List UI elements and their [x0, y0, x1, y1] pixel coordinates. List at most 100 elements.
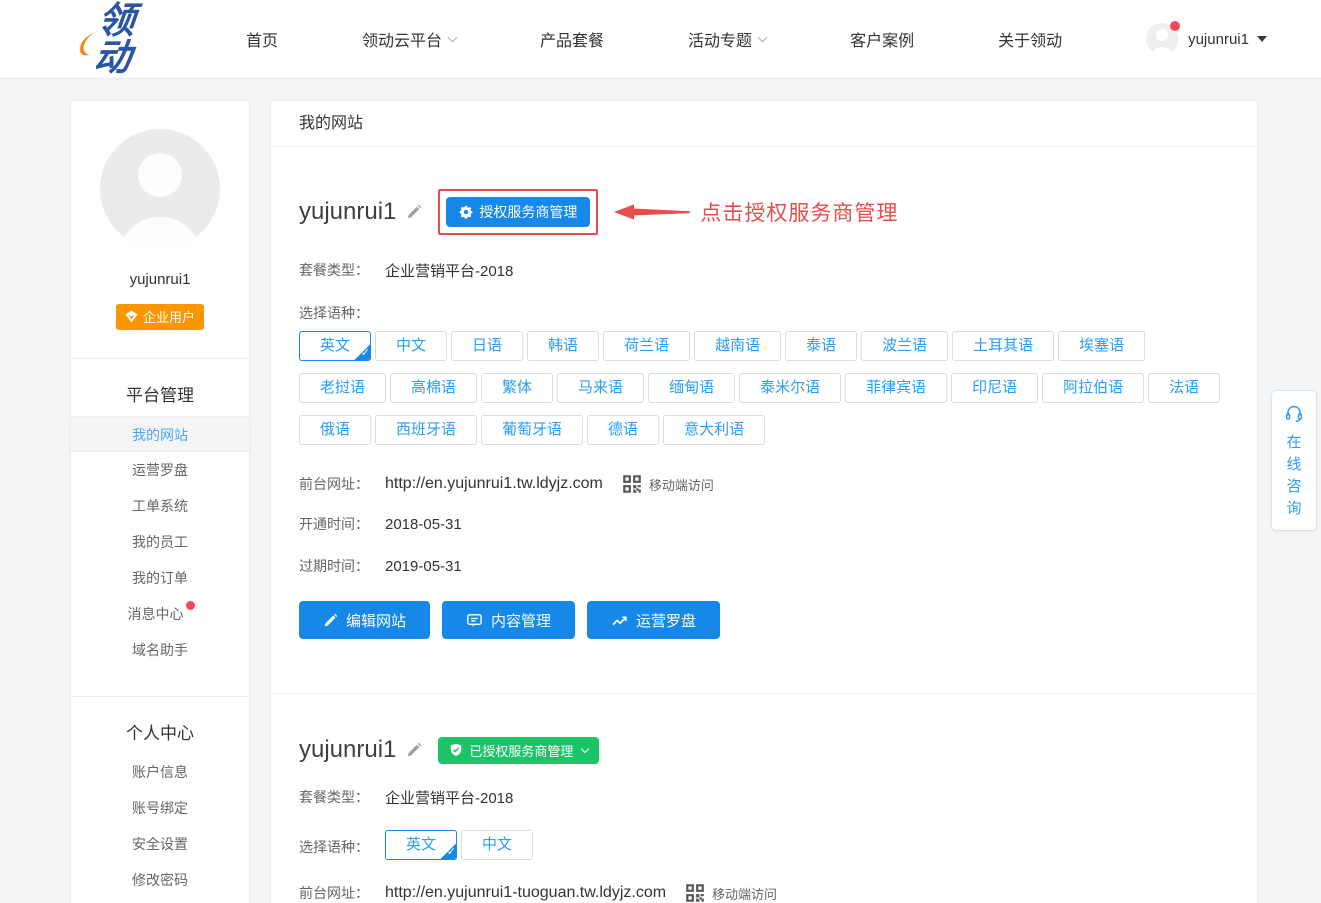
language-button[interactable]: 高棉语 — [390, 373, 477, 403]
language-button[interactable]: 日语 — [451, 331, 523, 361]
site-url-link[interactable]: http://en.yujunrui1.tw.ldyjz.com — [385, 475, 603, 493]
language-label: 缅甸语 — [669, 379, 714, 396]
operation-compass-button[interactable]: 运营罗盘 — [587, 601, 720, 639]
language-button[interactable]: 印尼语 — [951, 373, 1038, 403]
sidebar-item[interactable]: 域名助手 — [71, 632, 249, 668]
chevron-down-icon — [581, 744, 589, 752]
sidebar-item[interactable]: 工单系统 — [71, 488, 249, 524]
language-button[interactable]: 中文 — [375, 331, 447, 361]
language-label: 越南语 — [715, 337, 760, 354]
language-button[interactable]: 泰语 — [785, 331, 857, 361]
sidebar-item-label: 工单系统 — [132, 498, 188, 514]
sidebar-section-platform: 平台管理 我的网站 运营罗盘 工单系统 我的员工 — [71, 358, 249, 668]
logo-text: 领动 — [92, 2, 154, 76]
nav-item[interactable]: 关于领动 — [998, 27, 1062, 51]
language-label: 德语 — [608, 421, 638, 438]
content-manage-button[interactable]: 内容管理 — [442, 601, 575, 639]
site-url-label: 前台网址： — [299, 883, 385, 903]
language-button[interactable]: 老挝语 — [299, 373, 386, 403]
edit-site-name-icon[interactable] — [406, 204, 422, 220]
language-button[interactable]: 越南语 — [694, 331, 781, 361]
plan-type-value: 企业营销平台-2018 — [385, 787, 513, 808]
expire-date-label: 过期时间： — [299, 556, 385, 576]
language-button[interactable]: 阿拉伯语 — [1042, 373, 1144, 403]
language-label: 韩语 — [548, 337, 578, 354]
nav-item[interactable]: 首页 — [246, 27, 278, 51]
mobile-qr[interactable]: 移动端访问 — [684, 882, 777, 903]
sidebar-item[interactable]: 我的网站 — [71, 416, 249, 452]
sidebar-item-label: 安全设置 — [132, 836, 188, 852]
language-label: 土耳其语 — [973, 337, 1033, 354]
sidebar-section-personal: 个人中心 账户信息 账号绑定 安全设置 修改密码 — [71, 696, 249, 898]
open-date-value: 2018-05-31 — [385, 516, 462, 533]
nav-item[interactable]: 领动云平台 — [362, 27, 456, 51]
leadong-logo[interactable]: 领动 — [74, 2, 150, 76]
nav-item[interactable]: 产品套餐 — [540, 27, 604, 51]
online-consult-widget[interactable]: 在线咨询 — [1271, 390, 1317, 531]
sidebar-item[interactable]: 运营罗盘 — [71, 452, 249, 488]
language-button[interactable]: 中文 — [461, 830, 533, 860]
edit-site-name-icon[interactable] — [406, 742, 422, 758]
sidebar-item[interactable]: 账号绑定 — [71, 790, 249, 826]
language-label: 泰语 — [806, 337, 836, 354]
language-button[interactable]: 荷兰语 — [603, 331, 690, 361]
language-button[interactable]: 韩语 — [527, 331, 599, 361]
sidebar-item[interactable]: 我的订单 — [71, 560, 249, 596]
site-block-1: yujunrui1 授权服务商管理 — [299, 189, 1229, 639]
mobile-qr[interactable]: 移动端访问 — [621, 473, 714, 495]
edit-site-label: 编辑网站 — [346, 610, 406, 631]
language-button[interactable]: 土耳其语 — [952, 331, 1054, 361]
language-button[interactable]: 泰米尔语 — [739, 373, 841, 403]
sidebar-item[interactable]: 账户信息 — [71, 754, 249, 790]
language-button[interactable]: 德语 — [587, 415, 659, 445]
language-button[interactable]: 菲律宾语 — [845, 373, 947, 403]
operation-compass-label: 运营罗盘 — [636, 610, 696, 631]
gear-icon — [459, 205, 473, 219]
language-button[interactable]: 马来语 — [557, 373, 644, 403]
enterprise-user-badge: 企业用户 — [116, 304, 204, 330]
language-button[interactable]: 俄语 — [299, 415, 371, 445]
mobile-access-label: 移动端访问 — [649, 475, 714, 494]
nav-item-label: 产品套餐 — [540, 27, 604, 51]
authorize-provider-button[interactable]: 授权服务商管理 — [446, 197, 590, 227]
language-label: 老挝语 — [320, 379, 365, 396]
section-title: 平台管理 — [71, 373, 249, 416]
sidebar-item[interactable]: 消息中心 — [71, 596, 249, 632]
language-button[interactable]: 英文 — [299, 331, 371, 361]
edit-site-button[interactable]: 编辑网站 — [299, 601, 430, 639]
language-button[interactable]: 法语 — [1148, 373, 1220, 403]
language-label: 埃塞语 — [1079, 337, 1124, 354]
nav-item-label: 关于领动 — [998, 27, 1062, 51]
language-label: 西班牙语 — [396, 421, 456, 438]
user-menu[interactable]: yujunrui1 — [1146, 23, 1267, 55]
language-button[interactable]: 埃塞语 — [1058, 331, 1145, 361]
language-button[interactable]: 繁体 — [481, 373, 553, 403]
language-button[interactable]: 波兰语 — [861, 331, 948, 361]
main-nav: 首页 领动云平台 产品套餐 活动专题 客户案例 — [246, 27, 1146, 51]
nav-item-label: 首页 — [246, 27, 278, 51]
sidebar-item-label: 运营罗盘 — [132, 462, 188, 478]
language-list: 英文中文 — [385, 830, 537, 860]
language-button[interactable]: 西班牙语 — [375, 415, 477, 445]
sidebar-item[interactable]: 我的员工 — [71, 524, 249, 560]
sidebar-item-label: 我的网站 — [132, 427, 188, 443]
sidebar-item[interactable]: 安全设置 — [71, 826, 249, 862]
authorized-provider-label: 已授权服务商管理 — [469, 741, 573, 760]
nav-item[interactable]: 客户案例 — [850, 27, 914, 51]
site-url-link[interactable]: http://en.yujunrui1-tuoguan.tw.ldyjz.com — [385, 884, 666, 902]
language-label: 阿拉伯语 — [1063, 379, 1123, 396]
language-label: 日语 — [472, 337, 502, 354]
sidebar-item[interactable]: 修改密码 — [71, 862, 249, 898]
language-button[interactable]: 意大利语 — [663, 415, 765, 445]
language-button[interactable]: 缅甸语 — [648, 373, 735, 403]
nav-item[interactable]: 活动专题 — [688, 27, 766, 51]
language-label: 荷兰语 — [624, 337, 669, 354]
language-button[interactable]: 英文 — [385, 830, 457, 860]
content-icon — [466, 612, 483, 629]
online-consult-label: 在线咨询 — [1286, 432, 1302, 520]
notification-dot — [1170, 21, 1180, 31]
sidebar-item-label: 账户信息 — [132, 764, 188, 780]
language-label: 意大利语 — [684, 421, 744, 438]
language-button[interactable]: 葡萄牙语 — [481, 415, 583, 445]
authorized-provider-button[interactable]: 已授权服务商管理 — [438, 737, 599, 764]
